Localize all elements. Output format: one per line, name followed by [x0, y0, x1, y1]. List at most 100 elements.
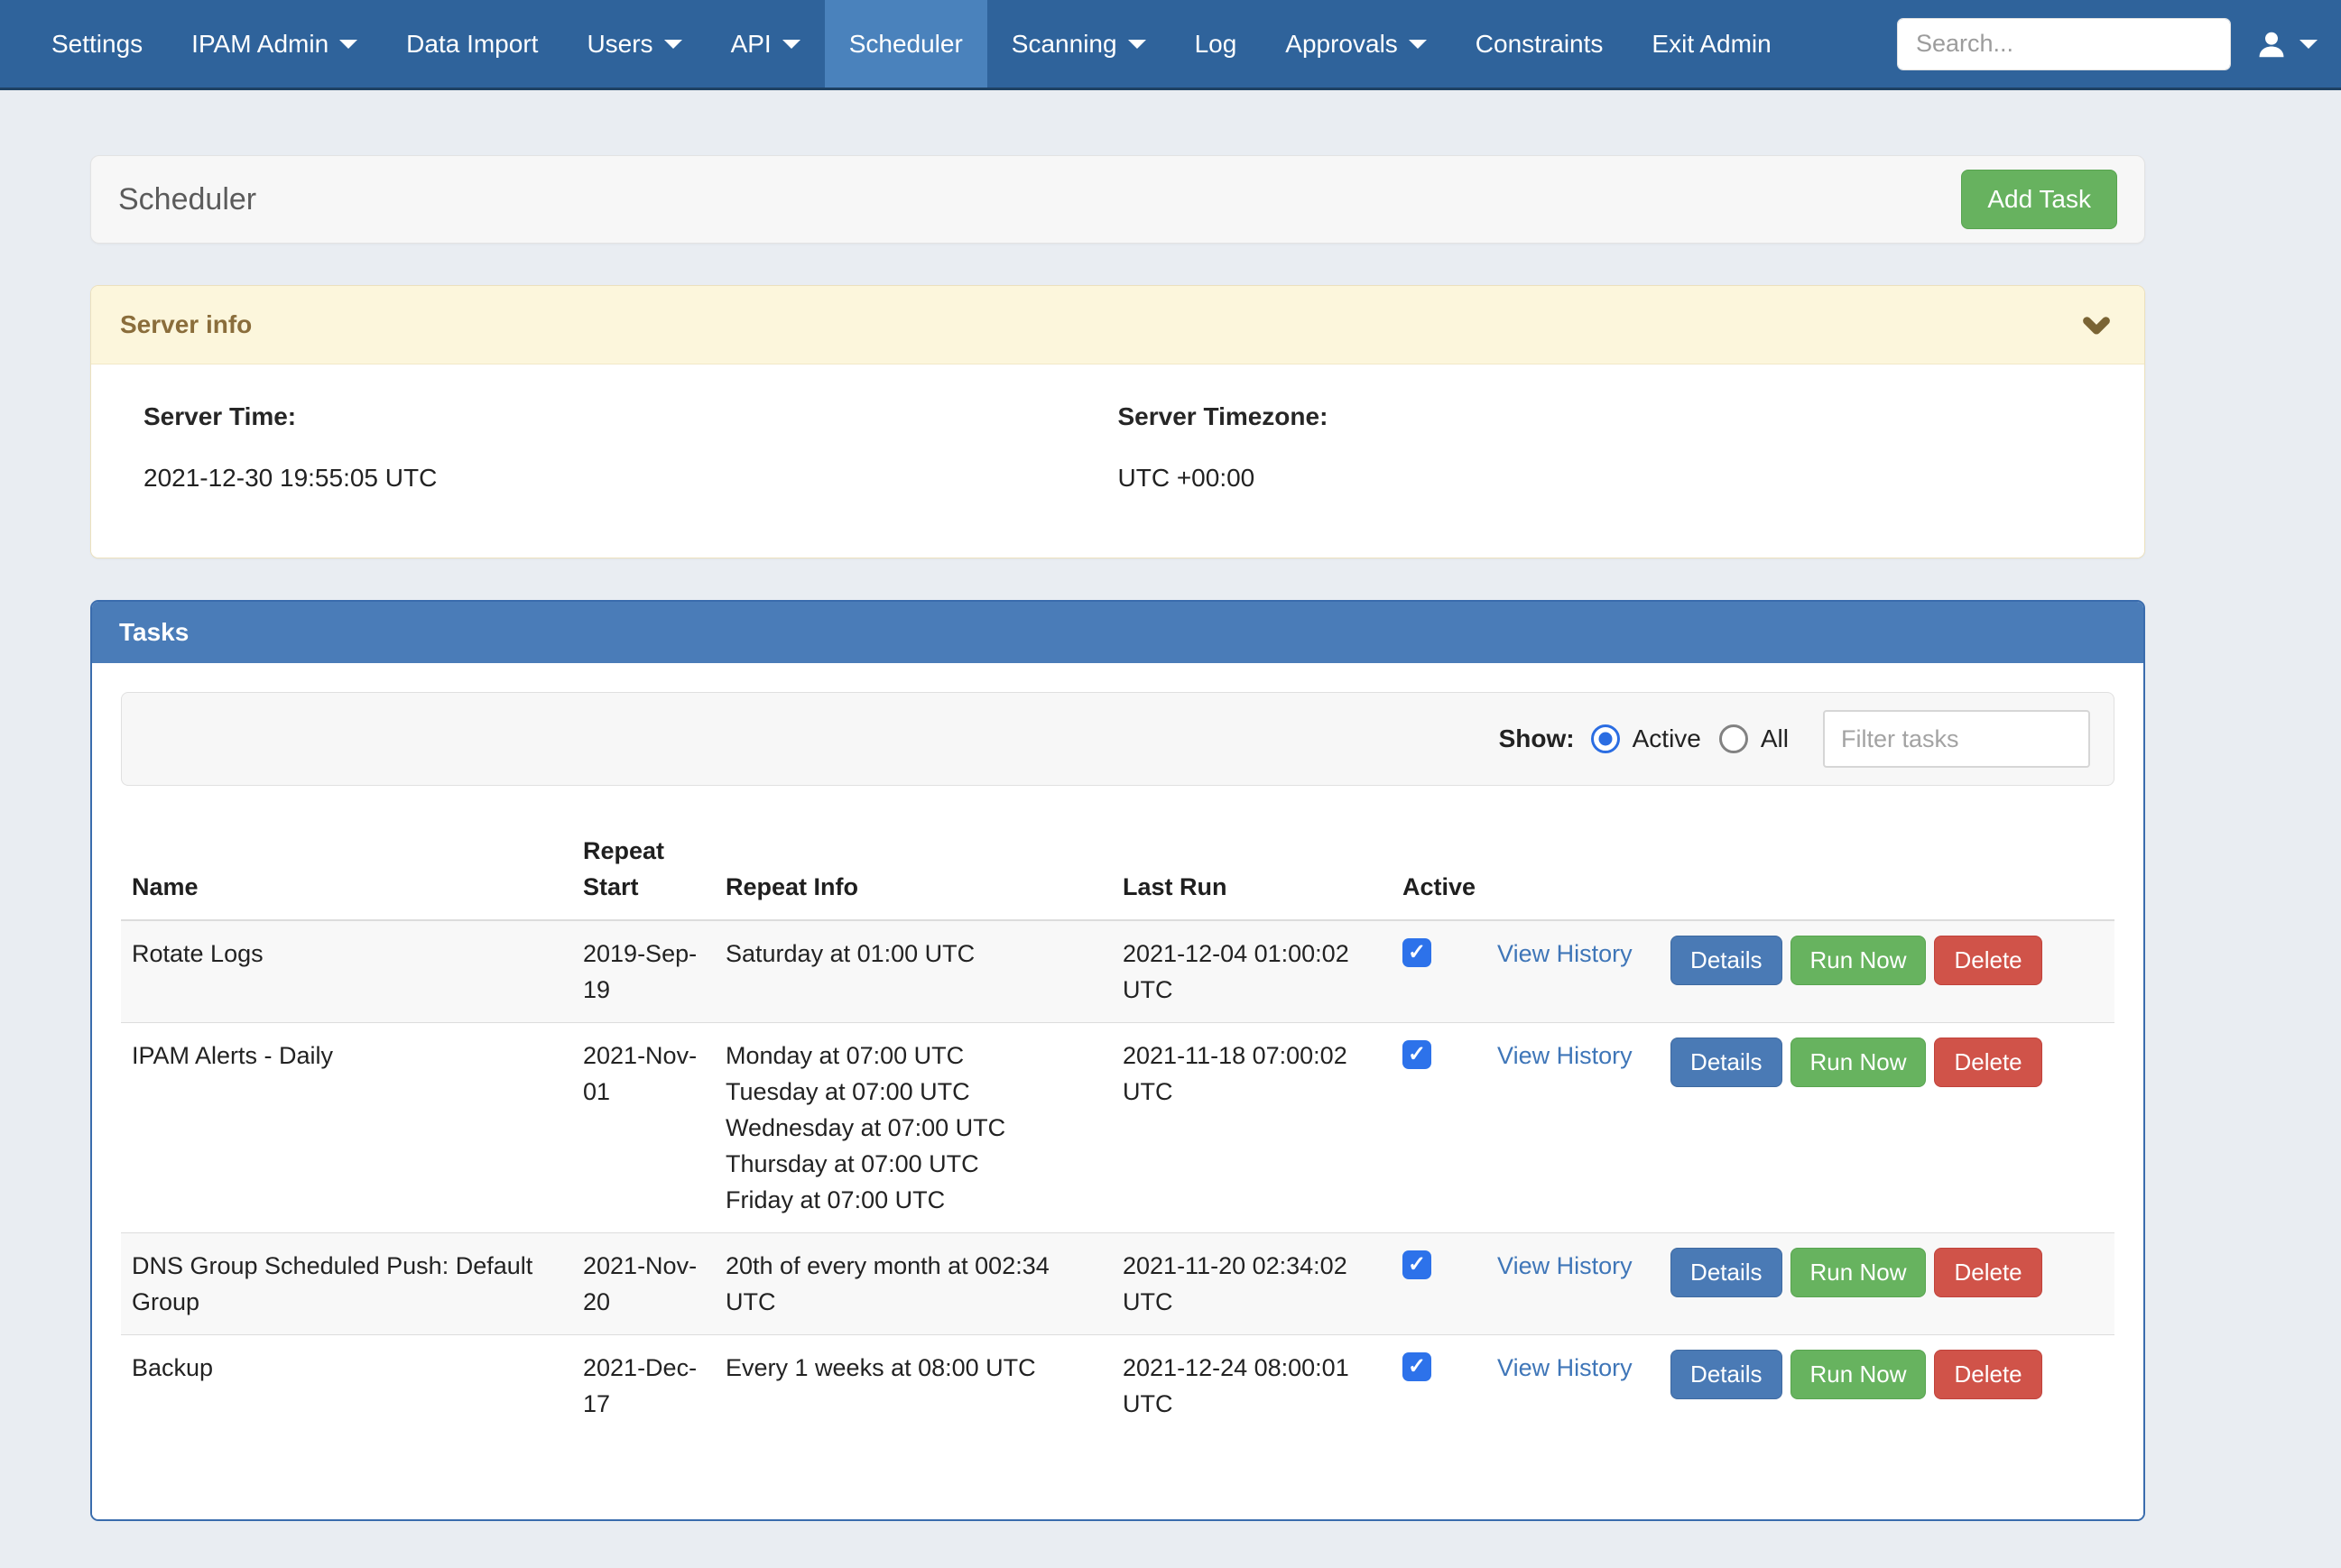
server-info-panel: Server info Server Time: 2021-12-30 19:5… — [90, 285, 2145, 558]
view-history-link[interactable]: View History — [1497, 1042, 1633, 1069]
view-history-link[interactable]: View History — [1497, 1354, 1633, 1381]
radio-unchecked-icon[interactable] — [1719, 724, 1748, 753]
server-time-block: Server Time: 2021-12-30 19:55:05 UTC — [143, 402, 1118, 493]
nav-item-label: Scanning — [1012, 30, 1117, 59]
show-option-all[interactable]: All — [1719, 724, 1789, 753]
task-repeat-start-cell: 2021-Dec-17 — [572, 1335, 715, 1437]
show-options: Active All — [1591, 724, 1807, 753]
repeat-info-line: Wednesday at 07:00 UTC — [726, 1110, 1101, 1146]
delete-button[interactable]: Delete — [1934, 936, 2041, 985]
navbar-search — [1897, 18, 2231, 70]
main-content: Scheduler Add Task Server info Server Ti… — [90, 90, 2145, 1521]
server-timezone-block: Server Timezone: UTC +00:00 — [1118, 402, 2093, 493]
nav-item-label: Exit Admin — [1652, 30, 1771, 59]
show-label: Show: — [1499, 724, 1575, 753]
task-history-cell: View History — [1486, 1335, 1660, 1437]
run-now-button[interactable]: Run Now — [1790, 936, 1927, 985]
nav-item-label: Log — [1195, 30, 1237, 59]
view-history-link[interactable]: View History — [1497, 1252, 1633, 1279]
run-now-button[interactable]: Run Now — [1790, 1350, 1927, 1399]
column-header-last-run: Last Run — [1112, 824, 1392, 920]
task-last-run-cell: 2021-12-04 01:00:02 UTC — [1112, 920, 1392, 1023]
nav-item-label: Data Import — [406, 30, 538, 59]
nav-item-approvals[interactable]: Approvals — [1261, 0, 1451, 88]
run-now-button[interactable]: Run Now — [1790, 1248, 1927, 1297]
repeat-info-line: Monday at 07:00 UTC — [726, 1038, 1101, 1074]
details-button[interactable]: Details — [1670, 1038, 1781, 1087]
task-repeat-start-cell: 2021-Nov-01 — [572, 1023, 715, 1233]
caret-down-icon — [2299, 40, 2318, 49]
nav-item-scheduler[interactable]: Scheduler — [825, 0, 987, 88]
nav-item-constraints[interactable]: Constraints — [1451, 0, 1628, 88]
nav-item-label: Constraints — [1476, 30, 1604, 59]
task-active-cell: ✓ — [1392, 1023, 1486, 1233]
nav-item-exit-admin[interactable]: Exit Admin — [1627, 0, 1795, 88]
task-name-cell: DNS Group Scheduled Push: Default Group — [121, 1233, 572, 1335]
nav-item-log[interactable]: Log — [1170, 0, 1262, 88]
filter-tasks-input[interactable] — [1823, 710, 2090, 768]
task-name-cell: IPAM Alerts - Daily — [121, 1023, 572, 1233]
repeat-info-line: Friday at 07:00 UTC — [726, 1182, 1101, 1218]
task-history-cell: View History — [1486, 920, 1660, 1023]
column-header-repeat-info: Repeat Info — [715, 824, 1112, 920]
nav-item-label: Scheduler — [849, 30, 963, 59]
column-header-history — [1486, 824, 1660, 920]
active-checkbox[interactable]: ✓ — [1402, 1040, 1431, 1069]
delete-button[interactable]: Delete — [1934, 1038, 2041, 1087]
server-info-header[interactable]: Server info — [91, 286, 2144, 364]
search-input[interactable] — [1898, 19, 2231, 69]
view-history-link[interactable]: View History — [1497, 940, 1633, 967]
radio-checked-icon[interactable] — [1591, 724, 1620, 753]
nav-item-settings[interactable]: Settings — [27, 0, 167, 88]
tasks-panel-title: Tasks — [92, 602, 2143, 663]
task-active-cell: ✓ — [1392, 1335, 1486, 1437]
server-timezone-value: UTC +00:00 — [1118, 464, 2093, 493]
server-time-label: Server Time: — [143, 402, 1118, 431]
chevron-down-icon[interactable] — [2077, 306, 2115, 344]
task-repeat-start-cell: 2021-Nov-20 — [572, 1233, 715, 1335]
tasks-panel-body: Show: Active All Name Repeat Start Repeat… — [92, 663, 2143, 1519]
run-now-button[interactable]: Run Now — [1790, 1038, 1927, 1087]
nav-item-scanning[interactable]: Scanning — [987, 0, 1170, 88]
delete-button[interactable]: Delete — [1934, 1350, 2041, 1399]
task-last-run-cell: 2021-11-18 07:00:02 UTC — [1112, 1023, 1392, 1233]
task-row: Rotate Logs2019-Sep-19Saturday at 01:00 … — [121, 920, 2114, 1023]
details-button[interactable]: Details — [1670, 1248, 1781, 1297]
active-checkbox[interactable]: ✓ — [1402, 1352, 1431, 1381]
active-checkbox[interactable]: ✓ — [1402, 938, 1431, 967]
details-button[interactable]: Details — [1670, 936, 1781, 985]
task-row: DNS Group Scheduled Push: Default Group2… — [121, 1233, 2114, 1335]
task-name-cell: Backup — [121, 1335, 572, 1437]
task-last-run-cell: 2021-12-24 08:00:01 UTC — [1112, 1335, 1392, 1437]
task-row: IPAM Alerts - Daily2021-Nov-01 Monday at … — [121, 1023, 2114, 1233]
task-actions-cell: DetailsRun NowDelete — [1660, 1233, 2114, 1335]
repeat-info-line: Saturday at 01:00 UTC — [726, 936, 1101, 972]
nav-item-ipam-admin[interactable]: IPAM Admin — [167, 0, 382, 88]
task-repeat-info-cell: Every 1 weeks at 08:00 UTC — [715, 1335, 1112, 1437]
top-navbar: SettingsIPAM Admin Data Import UsersAPI Sch… — [0, 0, 2341, 90]
show-option-active[interactable]: Active — [1591, 724, 1701, 753]
radio-label: All — [1761, 724, 1789, 753]
column-header-repeat-start: Repeat Start — [572, 824, 715, 920]
nav-item-data-import[interactable]: Data Import — [382, 0, 562, 88]
user-menu[interactable] — [2254, 27, 2318, 61]
repeat-info-line: Every 1 weeks at 08:00 UTC — [726, 1350, 1101, 1386]
tasks-table: Name Repeat Start Repeat Info Last Run A… — [121, 824, 2114, 1436]
caret-down-icon — [664, 40, 682, 49]
nav-item-users[interactable]: Users — [562, 0, 706, 88]
task-last-run-cell: 2021-11-20 02:34:02 UTC — [1112, 1233, 1392, 1335]
navbar-right — [1897, 0, 2318, 88]
caret-down-icon — [1409, 40, 1427, 49]
column-header-active: Active — [1392, 824, 1486, 920]
nav-item-api[interactable]: API — [707, 0, 825, 88]
task-active-cell: ✓ — [1392, 1233, 1486, 1335]
delete-button[interactable]: Delete — [1934, 1248, 2041, 1297]
repeat-info-line: Thursday at 07:00 UTC — [726, 1146, 1101, 1182]
tasks-panel: Tasks Show: Active All Name Repeat Start … — [90, 600, 2145, 1521]
add-task-button[interactable]: Add Task — [1961, 170, 2117, 229]
task-repeat-start-cell: 2019-Sep-19 — [572, 920, 715, 1023]
nav-items: SettingsIPAM Admin Data Import UsersAPI Sch… — [27, 0, 1796, 88]
task-row: Backup2021-Dec-17 Every 1 weeks at 08:00 … — [121, 1335, 2114, 1437]
details-button[interactable]: Details — [1670, 1350, 1781, 1399]
active-checkbox[interactable]: ✓ — [1402, 1250, 1431, 1279]
